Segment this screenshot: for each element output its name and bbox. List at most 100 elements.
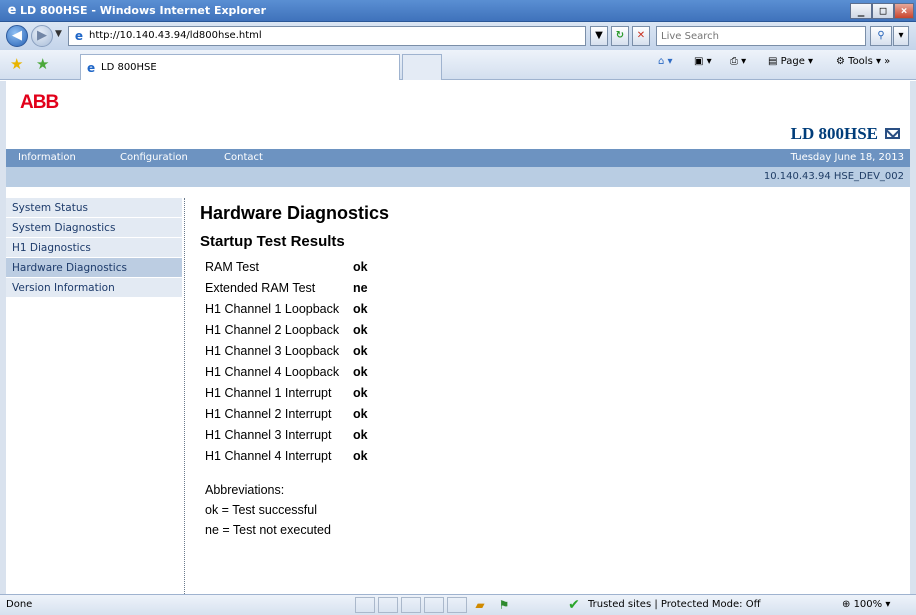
address-bar[interactable]: e http://10.140.43.94/ld800hse.html — [68, 26, 586, 46]
test-results: RAM Test ok Extended RAM Test ne H1 Channe… — [205, 260, 389, 470]
test-name: H1 Channel 3 Loopback — [205, 344, 340, 358]
sidebar-item-system-diagnostics[interactable]: System Diagnostics — [6, 218, 182, 238]
device-host-info: 10.140.43.94 HSE_DEV_002 — [763, 171, 904, 182]
abb-logo: ABB — [20, 92, 59, 113]
feeds-icon[interactable]: ▣ ▾ — [694, 56, 712, 67]
test-result: ok — [353, 365, 368, 379]
test-name: Extended RAM Test — [205, 281, 316, 295]
sidebar-nav: System Status System Diagnostics H1 Diag… — [6, 198, 182, 298]
test-result: ok — [353, 323, 368, 337]
result-row: H1 Channel 2 Loopback ok — [205, 323, 389, 344]
stop-button[interactable]: ✕ — [632, 26, 650, 46]
test-name: RAM Test — [205, 260, 259, 274]
page-menu[interactable]: ▤ Page ▾ — [768, 56, 813, 67]
test-name: H1 Channel 2 Interrupt — [205, 407, 332, 421]
status-pane — [424, 597, 444, 613]
favorites-star-icon[interactable]: ★ — [10, 57, 23, 72]
test-name: H1 Channel 4 Interrupt — [205, 449, 332, 463]
test-result: ok — [353, 428, 368, 442]
test-name: H1 Channel 1 Loopback — [205, 302, 340, 316]
test-result: ok — [353, 386, 368, 400]
status-pane — [447, 597, 467, 613]
ie-logo-icon: e — [7, 3, 17, 18]
result-row: RAM Test ok — [205, 260, 389, 281]
address-dropdown-button[interactable]: ▼ — [590, 26, 608, 46]
abbreviation-ok: ok = Test successful — [205, 503, 317, 517]
address-toolbar: ◀ ▶ ▼ e http://10.140.43.94/ld800hse.htm… — [0, 22, 916, 50]
abbreviations: Abbreviations: ok = Test successful ne =… — [205, 483, 389, 543]
mail-icon[interactable] — [885, 128, 900, 139]
test-result: ok — [353, 449, 368, 463]
section-title: Startup Test Results — [200, 233, 345, 250]
tools-menu[interactable]: ⚙ Tools ▾ » — [836, 56, 890, 67]
sidebar-item-hardware-diagnostics[interactable]: Hardware Diagnostics — [6, 258, 182, 278]
status-pane — [355, 597, 375, 613]
current-date: Tuesday June 18, 2013 — [790, 152, 904, 163]
test-name: H1 Channel 1 Interrupt — [205, 386, 332, 400]
close-button[interactable]: × — [894, 3, 914, 19]
result-row: H1 Channel 1 Interrupt ok — [205, 386, 389, 407]
minimize-button[interactable]: _ — [850, 3, 872, 19]
status-text: Done — [6, 599, 33, 610]
search-button[interactable]: ⚲ — [870, 26, 892, 46]
home-icon[interactable]: ⌂ ▾ — [658, 56, 673, 67]
sidebar-item-h1-diagnostics[interactable]: H1 Diagnostics — [6, 238, 182, 258]
result-row: H1 Channel 1 Loopback ok — [205, 302, 389, 323]
test-name: H1 Channel 4 Loopback — [205, 365, 340, 379]
result-row: H1 Channel 4 Interrupt ok — [205, 449, 389, 470]
result-row: H1 Channel 3 Loopback ok — [205, 344, 389, 365]
menu-information[interactable]: Information — [18, 152, 76, 163]
content-divider — [184, 198, 185, 594]
status-pane — [401, 597, 421, 613]
tab-label: LD 800HSE — [101, 62, 157, 73]
test-name: H1 Channel 3 Interrupt — [205, 428, 332, 442]
maximize-button[interactable]: □ — [872, 3, 894, 19]
result-row: H1 Channel 4 Loopback ok — [205, 365, 389, 386]
search-box[interactable] — [656, 26, 866, 46]
new-tab-button[interactable] — [402, 54, 442, 80]
abbreviations-title: Abbreviations: — [205, 483, 285, 497]
refresh-button[interactable]: ↻ — [611, 26, 629, 46]
tab-page-icon: e — [87, 61, 96, 75]
test-result: ne — [353, 281, 368, 295]
sidebar-item-version-information[interactable]: Version Information — [6, 278, 182, 298]
abbreviation-ne: ne = Test not executed — [205, 523, 331, 537]
security-zone[interactable]: Trusted sites | Protected Mode: Off — [588, 599, 761, 610]
main-content: Hardware Diagnostics Startup Test Result… — [200, 203, 389, 543]
search-options-button[interactable]: ▾ — [893, 26, 909, 46]
page-menu-label: Page — [780, 56, 805, 67]
test-name: H1 Channel 2 Loopback — [205, 323, 340, 337]
popup-blocker-icon[interactable]: ⚑ — [494, 597, 514, 613]
page-icon: e — [74, 29, 84, 43]
zoom-value: 100% — [853, 599, 883, 610]
back-button[interactable]: ◀ — [6, 25, 28, 47]
menu-contact[interactable]: Contact — [224, 152, 263, 163]
trusted-check-icon: ✔ — [568, 597, 580, 613]
web-page: ABB LD 800HSE Information Configuration … — [0, 81, 916, 594]
favorites-bar: ★ ★ e LD 800HSE ⌂ ▾ ▣ ▾ ⎙ ▾ ▤ Page ▾ ⚙ T… — [0, 50, 916, 80]
browser-tab[interactable]: e LD 800HSE — [80, 54, 400, 80]
zoom-level[interactable]: ⊕ 100% ▾ — [842, 599, 890, 610]
test-result: ok — [353, 302, 368, 316]
test-result: ok — [353, 407, 368, 421]
page-title: Hardware Diagnostics — [200, 203, 390, 223]
menu-configuration[interactable]: Configuration — [120, 152, 188, 163]
window-title: LD 800HSE - Windows Internet Explorer — [20, 4, 267, 17]
security-lock-icon[interactable]: ▰ — [470, 597, 490, 613]
test-result: ok — [353, 344, 368, 358]
recent-pages-dropdown-icon[interactable]: ▼ — [55, 29, 62, 39]
sidebar-item-system-status[interactable]: System Status — [6, 198, 182, 218]
print-icon[interactable]: ⎙ ▾ — [730, 56, 746, 67]
address-url[interactable]: http://10.140.43.94/ld800hse.html — [89, 30, 262, 41]
result-row: H1 Channel 2 Interrupt ok — [205, 407, 389, 428]
title-bar: e LD 800HSE - Windows Internet Explorer … — [0, 0, 916, 22]
add-favorites-icon[interactable]: ★ — [36, 57, 49, 72]
device-info-bar: 10.140.43.94 HSE_DEV_002 — [6, 167, 910, 187]
search-input[interactable] — [657, 27, 865, 45]
test-result: ok — [353, 260, 368, 274]
status-bar: Done ▰ ⚑ ✔ Trusted sites | Protected Mod… — [0, 594, 916, 615]
forward-button[interactable]: ▶ — [31, 25, 53, 47]
result-row: Extended RAM Test ne — [205, 281, 389, 302]
status-pane — [378, 597, 398, 613]
browser-window: e LD 800HSE - Windows Internet Explorer … — [0, 0, 916, 615]
